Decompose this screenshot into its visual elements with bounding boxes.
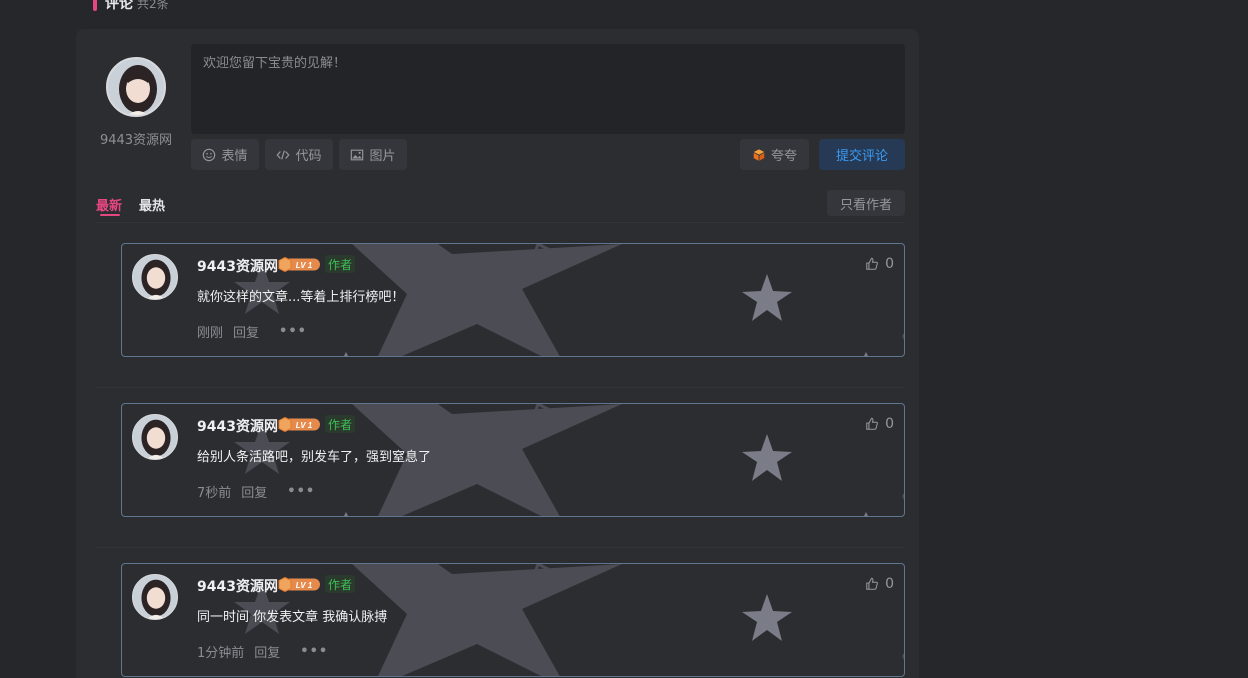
- divider: [96, 547, 905, 548]
- like-button[interactable]: 0: [865, 576, 894, 592]
- comment-author-name[interactable]: 9443资源网: [197, 416, 278, 436]
- reply-button[interactable]: 回复: [254, 642, 280, 661]
- svg-text:LV 1: LV 1: [296, 261, 313, 270]
- avatar[interactable]: [132, 574, 178, 620]
- comment-time: 1分钟前: [197, 646, 245, 661]
- author-only-button[interactable]: 只看作者: [827, 190, 905, 216]
- like-button[interactable]: 0: [865, 416, 894, 432]
- comment-text: 给别人条活路吧，别发车了，强到窒息了: [197, 450, 432, 465]
- more-options-icon[interactable]: •••: [279, 324, 307, 339]
- comment-text: 就你这样的文章...等着上排行榜吧！: [197, 290, 405, 305]
- more-options-icon[interactable]: •••: [287, 484, 315, 499]
- divider: [96, 222, 905, 223]
- thumbs-up-icon: [866, 417, 878, 430]
- level-badge-icon: LV 1: [278, 577, 320, 592]
- active-tab-indicator: [100, 214, 120, 216]
- reply-button[interactable]: 回复: [233, 322, 259, 341]
- code-label: 代码: [295, 149, 322, 164]
- submit-comment-button[interactable]: 提交评论: [819, 139, 905, 170]
- comment-input[interactable]: [191, 44, 905, 134]
- image-button[interactable]: 图片: [339, 139, 407, 170]
- comment-item: 9443资源网 LV 1 作者 给别人条活路吧，别发车了，强到窒息了 7秒前 回…: [121, 403, 905, 517]
- comment-meta: 1分钟前 回复 •••: [197, 642, 328, 661]
- comment-text: 同一时间 你发表文章 我确认脉搏: [197, 610, 388, 625]
- comment-meta: 刚刚 回复 •••: [197, 322, 307, 341]
- comment-author-name[interactable]: 9443资源网: [197, 576, 278, 596]
- svg-text:LV 1: LV 1: [296, 421, 313, 430]
- smile-icon: [203, 148, 216, 161]
- image-icon: [351, 149, 364, 160]
- cube-icon: [753, 148, 765, 161]
- section-accent-bar: [93, 0, 97, 11]
- emoji-button[interactable]: 表情: [191, 139, 259, 170]
- divider: [96, 387, 905, 388]
- image-label: 图片: [369, 149, 396, 164]
- level-badge-icon: LV 1: [278, 417, 320, 432]
- comments-section-header: 评论 共2条: [93, 0, 169, 12]
- code-icon: [276, 149, 290, 160]
- comment-time: 7秒前: [197, 486, 232, 501]
- level-badge-icon: LV 1: [278, 257, 320, 272]
- comment-count: 共2条: [137, 0, 169, 11]
- praise-button[interactable]: 夸夸: [740, 139, 809, 170]
- comment-meta: 7秒前 回复 •••: [197, 482, 315, 501]
- comment-time: 刚刚: [197, 326, 224, 341]
- avatar[interactable]: [132, 254, 178, 300]
- avatar[interactable]: [132, 414, 178, 460]
- like-button[interactable]: 0: [865, 256, 894, 272]
- comment-item: 9443资源网 LV 1 作者 同一时间 你发表文章 我确认脉搏 1分钟前 回复…: [121, 563, 905, 677]
- tab-hot[interactable]: 最热: [139, 195, 165, 214]
- like-count: 0: [885, 416, 894, 432]
- comment-author-name[interactable]: 9443资源网: [197, 256, 278, 276]
- section-title: 评论: [105, 0, 133, 12]
- praise-label: 夸夸: [770, 149, 797, 164]
- more-options-icon[interactable]: •••: [300, 644, 328, 659]
- emoji-label: 表情: [221, 149, 248, 164]
- like-count: 0: [885, 256, 894, 272]
- thumbs-up-icon: [866, 257, 878, 270]
- reply-button[interactable]: 回复: [241, 482, 267, 501]
- code-button[interactable]: 代码: [265, 139, 333, 170]
- comment-item: 9443资源网 LV 1 作者 就你这样的文章...等着上排行榜吧！ 刚刚 回复…: [121, 243, 905, 357]
- author-badge: 作者: [325, 415, 356, 433]
- svg-text:LV 1: LV 1: [296, 581, 313, 590]
- like-count: 0: [885, 576, 894, 592]
- tab-latest[interactable]: 最新: [96, 195, 122, 214]
- avatar[interactable]: [106, 57, 166, 117]
- author-badge: 作者: [325, 255, 356, 273]
- author-badge: 作者: [325, 575, 356, 593]
- thumbs-up-icon: [866, 577, 878, 590]
- composer-username: 9443资源网: [99, 133, 173, 148]
